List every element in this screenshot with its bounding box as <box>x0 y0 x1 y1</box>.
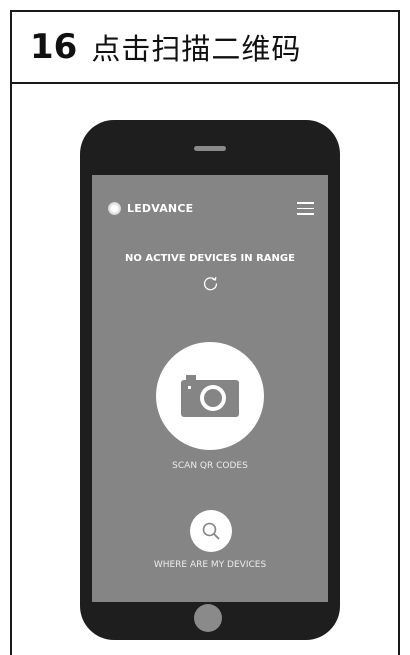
step-number: 16 <box>30 27 78 67</box>
scan-qr-label: SCAN QR CODES <box>172 461 248 471</box>
step-header: 16 点击扫描二维码 <box>12 12 398 84</box>
phone-illustration: LEDVANCE NO ACTIVE DEVICES IN RANGE SCAN… <box>80 120 340 640</box>
camera-icon <box>181 375 239 417</box>
instruction-panel: 16 点击扫描二维码 LEDVANCE NO ACTIVE DEVICES IN… <box>10 10 400 655</box>
refresh-icon[interactable] <box>202 275 219 292</box>
app-screen: LEDVANCE NO ACTIVE DEVICES IN RANGE SCAN… <box>92 175 328 602</box>
find-devices-button[interactable] <box>190 510 232 552</box>
phone-speaker <box>194 146 226 151</box>
phone-home-button <box>194 604 222 632</box>
brand-logo: LEDVANCE <box>108 202 193 215</box>
brand-name: LEDVANCE <box>127 202 194 215</box>
find-devices-label: WHERE ARE MY DEVICES <box>153 560 267 570</box>
hamburger-menu-icon[interactable] <box>297 202 314 215</box>
step-title: 点击扫描二维码 <box>91 32 302 66</box>
scan-qr-button[interactable] <box>156 342 264 450</box>
device-status-text: NO ACTIVE DEVICES IN RANGE <box>125 253 295 264</box>
search-icon <box>202 522 220 540</box>
ledvance-logo-icon <box>108 202 121 215</box>
